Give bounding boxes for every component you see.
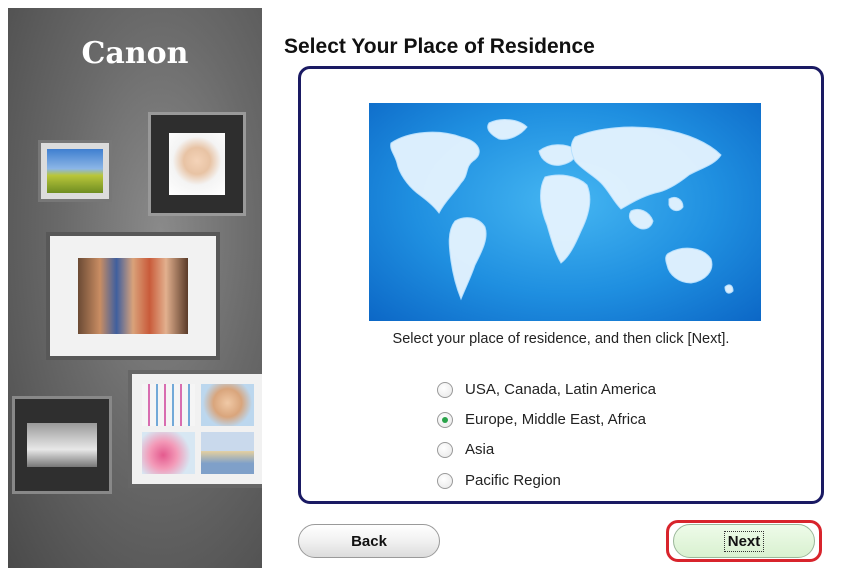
option-pacific-region[interactable]: Pacific Region xyxy=(437,472,561,489)
instruction-text: Select your place of residence, and then… xyxy=(392,331,730,347)
option-asia[interactable]: Asia xyxy=(437,441,494,458)
family-image xyxy=(27,423,97,467)
next-button-label: Next xyxy=(723,530,765,552)
option-label: Europe, Middle East, Africa xyxy=(465,411,646,428)
page-title: Select Your Place of Residence xyxy=(284,35,595,58)
photo-frame-landscape xyxy=(38,140,112,202)
friends-image xyxy=(78,258,188,334)
canon-sidebar: Canon xyxy=(8,8,262,568)
baby-image xyxy=(169,133,225,195)
next-button[interactable]: Next xyxy=(673,524,815,558)
world-map-icon xyxy=(390,119,734,301)
canon-logo: Canon xyxy=(81,36,189,71)
residence-panel: Select your place of residence, and then… xyxy=(298,66,824,504)
radio-button[interactable] xyxy=(437,381,453,398)
photo-frame-baby xyxy=(148,112,246,216)
radio-button[interactable] xyxy=(437,472,453,489)
option-europe-middle-east-africa[interactable]: Europe, Middle East, Africa xyxy=(437,411,646,428)
radio-button-selected[interactable] xyxy=(437,411,453,428)
option-label: USA, Canada, Latin America xyxy=(465,381,656,398)
collage-image-4 xyxy=(201,432,254,474)
landscape-image xyxy=(47,149,103,193)
collage-image-1 xyxy=(142,384,195,426)
radio-button[interactable] xyxy=(437,441,453,458)
next-button-highlight: Next xyxy=(666,520,822,562)
option-usa-canada-latin-america[interactable]: USA, Canada, Latin America xyxy=(437,381,656,398)
collage-image-3 xyxy=(142,432,195,474)
back-button[interactable]: Back xyxy=(298,524,440,558)
option-label: Pacific Region xyxy=(465,472,561,489)
collage-image-2 xyxy=(201,384,254,426)
world-map-image xyxy=(369,103,761,321)
photo-frame-collage xyxy=(128,370,262,488)
photo-frame-friends xyxy=(46,232,220,360)
photo-frame-family xyxy=(12,396,112,494)
option-label: Asia xyxy=(465,441,495,458)
